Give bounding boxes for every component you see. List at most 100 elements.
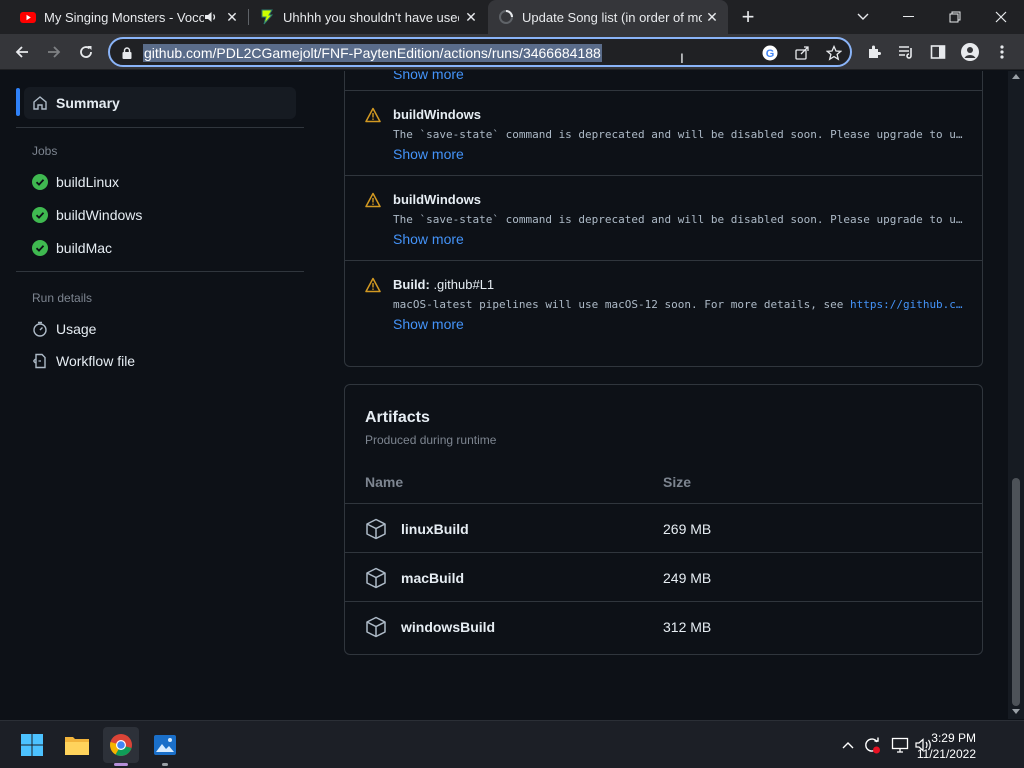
package-icon <box>365 518 387 545</box>
browser-tab-youtube[interactable]: My Singing Monsters - Voco ✕ <box>8 0 248 34</box>
annotation-title: Build: .github#L1 <box>393 277 494 292</box>
sidebar-item-buildwindows[interactable]: buildWindows <box>24 201 296 229</box>
annotation-item: buildWindows The `save-state` command is… <box>345 90 982 175</box>
close-tab-icon[interactable]: ✕ <box>463 9 479 25</box>
start-button[interactable] <box>14 727 50 763</box>
taskbar-clock[interactable]: 3:29 PM 11/21/2022 <box>917 730 976 762</box>
artifact-size: 269 MB <box>663 521 712 537</box>
sidebar-divider <box>16 127 304 128</box>
sidebar-divider <box>16 271 304 272</box>
open-app-indicator <box>162 763 168 766</box>
artifacts-panel: Artifacts Produced during runtime Name S… <box>344 384 983 655</box>
chrome-taskbar-button[interactable] <box>103 727 139 766</box>
artifact-name-link[interactable]: macBuild <box>401 570 464 586</box>
tab-search-icon[interactable] <box>840 0 886 34</box>
clock-time: 3:29 PM <box>931 731 976 745</box>
text-cursor-icon: I <box>680 50 684 66</box>
check-circle-icon <box>32 240 48 256</box>
bookmark-star-icon[interactable] <box>824 43 844 63</box>
photos-taskbar-button[interactable] <box>147 727 183 766</box>
annotation-item: buildWindows The `save-state` command is… <box>345 175 982 260</box>
artifact-size: 312 MB <box>663 619 712 635</box>
address-bar[interactable]: github.com/PDL2CGamejolt/FNF-PaytenEditi… <box>108 37 852 67</box>
check-circle-icon <box>32 207 48 223</box>
folder-icon <box>65 737 89 755</box>
side-panel-icon[interactable] <box>924 38 952 66</box>
annotation-message: The `save-state` command is deprecated a… <box>393 128 963 141</box>
kebab-menu-icon[interactable] <box>988 38 1016 66</box>
sidebar-item-summary[interactable]: Summary <box>24 87 296 119</box>
detail-label: Usage <box>56 321 97 337</box>
sidebar-item-usage[interactable]: Usage <box>24 315 296 343</box>
media-controls-icon[interactable] <box>892 38 920 66</box>
close-tab-icon[interactable]: ✕ <box>704 9 720 25</box>
gamejolt-icon <box>259 9 275 25</box>
share-icon[interactable] <box>792 43 812 63</box>
minimize-button[interactable] <box>886 0 932 34</box>
show-more-link[interactable]: Show more <box>393 316 464 332</box>
close-tab-icon[interactable]: ✕ <box>224 9 240 25</box>
new-tab-button[interactable]: + <box>738 6 758 28</box>
google-lens-icon[interactable]: G <box>760 43 780 63</box>
artifact-row: windowsBuild 312 MB <box>345 601 982 650</box>
close-window-button[interactable] <box>978 0 1024 34</box>
file-explorer-button[interactable] <box>59 727 95 763</box>
warning-icon <box>365 107 381 128</box>
job-label: buildMac <box>56 240 113 256</box>
page-scrollbar-thumb[interactable] <box>1012 478 1020 706</box>
loading-spinner-icon <box>498 9 514 25</box>
scroll-up-arrow-icon[interactable] <box>1012 73 1020 79</box>
annotation-link[interactable]: https://github.c… <box>850 298 963 311</box>
detail-label: Workflow file <box>56 353 136 369</box>
speaker-icon[interactable] <box>204 10 218 27</box>
annotation-message-text: macOS-latest pipelines will use macOS-12… <box>393 298 850 311</box>
artifact-name-link[interactable]: linuxBuild <box>401 521 469 537</box>
jobs-heading: Jobs <box>32 144 58 158</box>
profile-avatar-icon[interactable] <box>956 38 984 66</box>
scroll-down-arrow-icon[interactable] <box>1012 709 1020 715</box>
sidebar-item-buildmac[interactable]: buildMac <box>24 234 296 262</box>
sidebar-item-workflow-file[interactable]: Workflow file <box>24 347 296 375</box>
browser-tab-github[interactable]: Update Song list (in order of mo ✕ <box>488 0 728 34</box>
network-icon[interactable] <box>890 735 910 755</box>
back-button[interactable] <box>8 38 36 66</box>
artifact-row: macBuild 249 MB <box>345 552 982 601</box>
warning-icon <box>365 192 381 213</box>
extensions-icon[interactable] <box>860 38 888 66</box>
annotations-panel: Show more buildWindows The `save-state` … <box>344 71 983 367</box>
stopwatch-icon <box>32 321 48 337</box>
browser-toolbar: github.com/PDL2CGamejolt/FNF-PaytenEditi… <box>0 34 1024 70</box>
sidebar-item-buildlinux[interactable]: buildLinux <box>24 168 296 196</box>
show-more-link[interactable]: Show more <box>393 71 464 82</box>
reload-button[interactable] <box>72 38 100 66</box>
svg-text:G: G <box>766 48 775 60</box>
lock-icon[interactable] <box>122 46 132 64</box>
sync-error-icon[interactable] <box>862 735 882 755</box>
tab-title: My Singing Monsters - Voco <box>44 9 204 25</box>
show-more-link[interactable]: Show more <box>393 231 464 247</box>
browser-tab-strip: My Singing Monsters - Voco ✕ Uhhhh you s… <box>0 0 1024 34</box>
photos-icon <box>154 735 176 755</box>
column-header-size: Size <box>663 474 692 490</box>
workflow-file-icon <box>32 353 48 369</box>
annotation-item: Build: .github#L1 macOS-latest pipelines… <box>345 260 982 345</box>
column-header-name: Name <box>365 474 404 490</box>
summary-active-indicator <box>16 88 20 116</box>
forward-button[interactable] <box>40 38 68 66</box>
restore-button[interactable] <box>932 0 978 34</box>
artifacts-subtitle: Produced during runtime <box>365 433 497 447</box>
chrome-icon <box>110 734 132 756</box>
url-text[interactable]: github.com/PDL2CGamejolt/FNF-PaytenEditi… <box>143 44 602 62</box>
check-circle-icon <box>32 174 48 190</box>
artifact-name-link[interactable]: windowsBuild <box>401 619 495 635</box>
show-more-link[interactable]: Show more <box>393 146 464 162</box>
annotation-title-location: .github#L1 <box>429 277 495 292</box>
package-icon <box>365 616 387 643</box>
annotation-title-strong: Build: <box>393 277 430 292</box>
windows-taskbar: 3:29 PM 11/21/2022 <box>0 720 1024 768</box>
annotation-message: macOS-latest pipelines will use macOS-12… <box>393 298 963 311</box>
active-app-indicator <box>114 763 128 766</box>
show-hidden-icons-chevron-icon[interactable] <box>838 735 858 755</box>
browser-tab-gamejolt[interactable]: Uhhhh you shouldn't have used t ✕ <box>249 0 487 34</box>
artifact-row: linuxBuild 269 MB <box>345 503 982 552</box>
